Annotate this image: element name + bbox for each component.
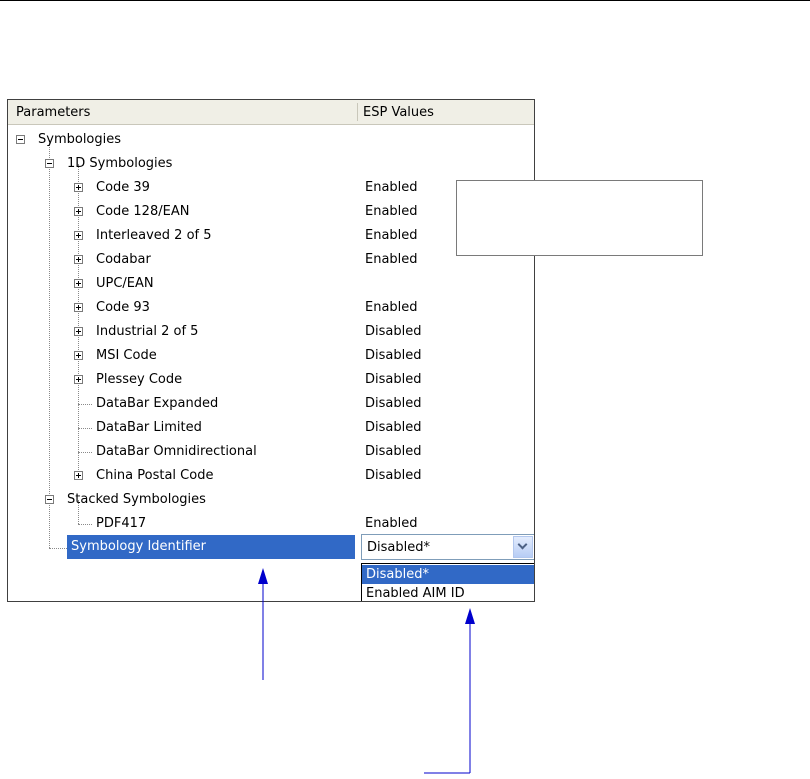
arrow-to-dropdown <box>424 608 475 774</box>
arrow-to-row <box>258 568 268 680</box>
annotation-arrows <box>258 568 475 774</box>
